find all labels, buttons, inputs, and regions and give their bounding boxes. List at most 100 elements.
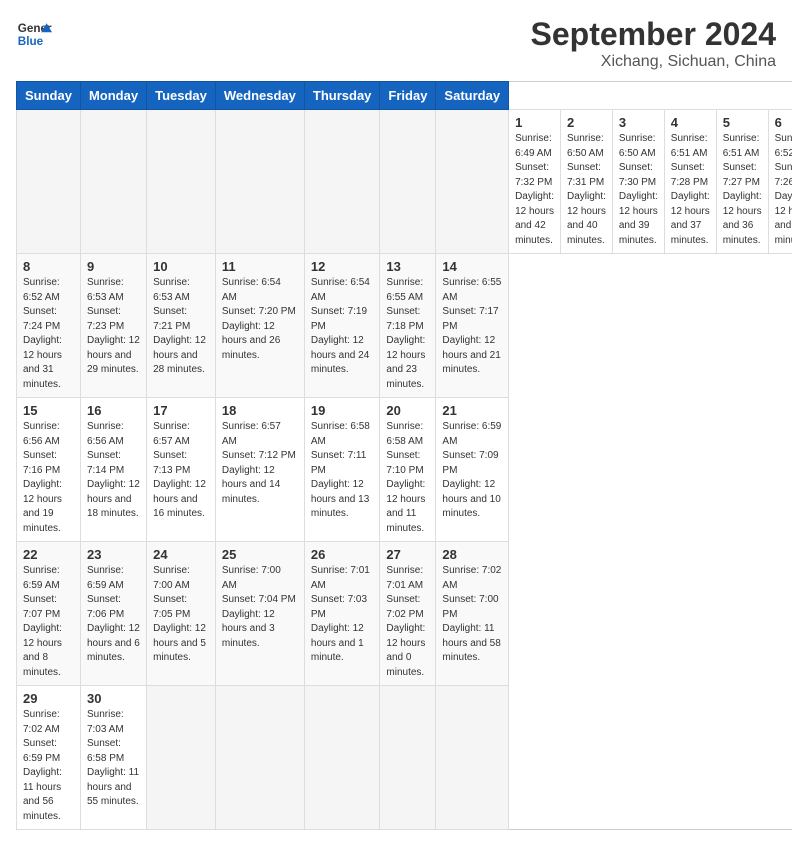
day-cell-13: 13 Sunrise: 6:55 AMSunset: 7:18 PMDayligh… <box>380 254 436 398</box>
day-number: 20 <box>386 403 429 418</box>
day-number: 19 <box>311 403 374 418</box>
weekday-header-tuesday: Tuesday <box>147 82 216 110</box>
day-number: 16 <box>87 403 140 418</box>
day-info: Sunrise: 6:58 AMSunset: 7:11 PMDaylight:… <box>311 420 374 522</box>
empty-cell <box>304 110 380 254</box>
day-info: Sunrise: 6:50 AMSunset: 7:31 PMDaylight:… <box>567 132 606 248</box>
day-info: Sunrise: 6:51 AMSunset: 7:28 PMDaylight:… <box>671 132 710 248</box>
weekday-header-wednesday: Wednesday <box>215 82 304 110</box>
day-cell-28: 28Sunrise: 7:02 AMSunset: 7:00 PMDayligh… <box>436 542 509 686</box>
day-number: 27 <box>386 547 429 562</box>
day-number: 6 <box>775 115 792 130</box>
empty-cell <box>215 110 304 254</box>
day-number: 1 <box>515 115 554 130</box>
day-info: Sunrise: 6:58 AMSunset: 7:10 PMDaylight:… <box>386 420 429 536</box>
day-cell-6: 6 Sunrise: 6:52 AMSunset: 7:26 PMDaylight… <box>768 110 792 254</box>
day-number: 30 <box>87 691 140 706</box>
day-cell-14: 14 Sunrise: 6:55 AMSunset: 7:17 PMDayligh… <box>436 254 509 398</box>
empty-cell <box>380 110 436 254</box>
day-cell-17: 17Sunrise: 6:57 AMSunset: 7:13 PMDayligh… <box>147 398 216 542</box>
calendar-week-3: 15 Sunrise: 6:56 AMSunset: 7:16 PMDayligh… <box>17 398 792 542</box>
day-cell-24: 24 Sunrise: 7:00 AMSunset: 7:05 PMDayligh… <box>147 542 216 686</box>
month-title: September 2024 <box>531 16 776 53</box>
day-info: Sunrise: 6:52 AMSunset: 7:24 PMDaylight:… <box>23 276 74 392</box>
empty-cell <box>215 686 304 830</box>
day-cell-11: 11Sunrise: 6:54 AMSunset: 7:20 PMDayligh… <box>215 254 304 398</box>
day-number: 15 <box>23 403 74 418</box>
day-info: Sunrise: 6:55 AMSunset: 7:17 PMDaylight:… <box>442 276 502 378</box>
day-info: Sunrise: 6:54 AMSunset: 7:19 PMDaylight:… <box>311 276 374 378</box>
day-info: Sunrise: 6:57 AMSunset: 7:12 PMDaylight:… <box>222 420 298 507</box>
empty-cell <box>436 686 509 830</box>
day-cell-4: 4 Sunrise: 6:51 AMSunset: 7:28 PMDaylight… <box>664 110 716 254</box>
calendar-week-4: 22Sunrise: 6:59 AMSunset: 7:07 PMDayligh… <box>17 542 792 686</box>
day-number: 21 <box>442 403 502 418</box>
svg-text:Blue: Blue <box>18 35 44 48</box>
day-info: Sunrise: 6:50 AMSunset: 7:30 PMDaylight:… <box>619 132 658 248</box>
day-number: 24 <box>153 547 209 562</box>
day-cell-1: 1Sunrise: 6:49 AMSunset: 7:32 PMDaylight… <box>509 110 561 254</box>
day-info: Sunrise: 6:53 AMSunset: 7:23 PMDaylight:… <box>87 276 140 378</box>
day-number: 2 <box>567 115 606 130</box>
day-number: 14 <box>442 259 502 274</box>
day-cell-23: 23 Sunrise: 6:59 AMSunset: 7:06 PMDayligh… <box>80 542 146 686</box>
day-info: Sunrise: 7:00 AMSunset: 7:05 PMDaylight:… <box>153 564 209 666</box>
day-number: 29 <box>23 691 74 706</box>
day-number: 8 <box>23 259 74 274</box>
page-header: General Blue September 2024 Xichang, Sic… <box>16 16 776 71</box>
calendar-week-1: 1Sunrise: 6:49 AMSunset: 7:32 PMDaylight… <box>17 110 792 254</box>
empty-cell <box>380 686 436 830</box>
empty-cell <box>147 110 216 254</box>
day-cell-16: 16Sunrise: 6:56 AMSunset: 7:14 PMDayligh… <box>80 398 146 542</box>
calendar-week-5: 29 Sunrise: 7:02 AMSunset: 6:59 PMDayligh… <box>17 686 792 830</box>
empty-cell <box>436 110 509 254</box>
day-cell-22: 22Sunrise: 6:59 AMSunset: 7:07 PMDayligh… <box>17 542 81 686</box>
title-area: September 2024 Xichang, Sichuan, China <box>531 16 776 71</box>
weekday-header-row: SundayMondayTuesdayWednesdayThursdayFrid… <box>17 82 792 110</box>
day-info: Sunrise: 7:01 AMSunset: 7:02 PMDaylight:… <box>386 564 429 680</box>
day-number: 3 <box>619 115 658 130</box>
day-number: 25 <box>222 547 298 562</box>
weekday-header-friday: Friday <box>380 82 436 110</box>
day-info: Sunrise: 6:53 AMSunset: 7:21 PMDaylight:… <box>153 276 209 378</box>
day-info: Sunrise: 6:57 AMSunset: 7:13 PMDaylight:… <box>153 420 209 522</box>
day-cell-20: 20 Sunrise: 6:58 AMSunset: 7:10 PMDayligh… <box>380 398 436 542</box>
day-info: Sunrise: 6:52 AMSunset: 7:26 PMDaylight:… <box>775 132 792 248</box>
weekday-header-sunday: Sunday <box>17 82 81 110</box>
day-cell-8: 8 Sunrise: 6:52 AMSunset: 7:24 PMDaylight… <box>17 254 81 398</box>
day-cell-19: 19 Sunrise: 6:58 AMSunset: 7:11 PMDayligh… <box>304 398 380 542</box>
day-info: Sunrise: 6:56 AMSunset: 7:16 PMDaylight:… <box>23 420 74 536</box>
day-number: 13 <box>386 259 429 274</box>
day-number: 10 <box>153 259 209 274</box>
weekday-header-saturday: Saturday <box>436 82 509 110</box>
calendar-week-2: 8 Sunrise: 6:52 AMSunset: 7:24 PMDaylight… <box>17 254 792 398</box>
day-cell-18: 18Sunrise: 6:57 AMSunset: 7:12 PMDayligh… <box>215 398 304 542</box>
day-cell-9: 9Sunrise: 6:53 AMSunset: 7:23 PMDaylight… <box>80 254 146 398</box>
day-cell-26: 26 Sunrise: 7:01 AMSunset: 7:03 PMDayligh… <box>304 542 380 686</box>
calendar-table: SundayMondayTuesdayWednesdayThursdayFrid… <box>16 81 792 830</box>
day-cell-25: 25Sunrise: 7:00 AMSunset: 7:04 PMDayligh… <box>215 542 304 686</box>
day-number: 28 <box>442 547 502 562</box>
day-info: Sunrise: 7:01 AMSunset: 7:03 PMDaylight:… <box>311 564 374 666</box>
day-cell-15: 15 Sunrise: 6:56 AMSunset: 7:16 PMDayligh… <box>17 398 81 542</box>
day-cell-2: 2 Sunrise: 6:50 AMSunset: 7:31 PMDaylight… <box>560 110 612 254</box>
logo-icon: General Blue <box>16 16 52 52</box>
day-info: Sunrise: 7:02 AMSunset: 6:59 PMDaylight:… <box>23 708 74 824</box>
empty-cell <box>304 686 380 830</box>
day-info: Sunrise: 6:59 AMSunset: 7:06 PMDaylight:… <box>87 564 140 666</box>
day-info: Sunrise: 6:59 AMSunset: 7:09 PMDaylight:… <box>442 420 502 522</box>
day-number: 26 <box>311 547 374 562</box>
empty-cell <box>147 686 216 830</box>
day-number: 4 <box>671 115 710 130</box>
empty-cell <box>17 110 81 254</box>
day-cell-30: 30Sunrise: 7:03 AMSunset: 6:58 PMDayligh… <box>80 686 146 830</box>
day-info: Sunrise: 6:51 AMSunset: 7:27 PMDaylight:… <box>723 132 762 248</box>
location-subtitle: Xichang, Sichuan, China <box>531 53 776 71</box>
day-cell-5: 5Sunrise: 6:51 AMSunset: 7:27 PMDaylight… <box>716 110 768 254</box>
day-cell-27: 27 Sunrise: 7:01 AMSunset: 7:02 PMDayligh… <box>380 542 436 686</box>
day-cell-29: 29 Sunrise: 7:02 AMSunset: 6:59 PMDayligh… <box>17 686 81 830</box>
day-number: 23 <box>87 547 140 562</box>
day-info: Sunrise: 6:55 AMSunset: 7:18 PMDaylight:… <box>386 276 429 392</box>
day-cell-12: 12Sunrise: 6:54 AMSunset: 7:19 PMDayligh… <box>304 254 380 398</box>
day-info: Sunrise: 6:59 AMSunset: 7:07 PMDaylight:… <box>23 564 74 680</box>
